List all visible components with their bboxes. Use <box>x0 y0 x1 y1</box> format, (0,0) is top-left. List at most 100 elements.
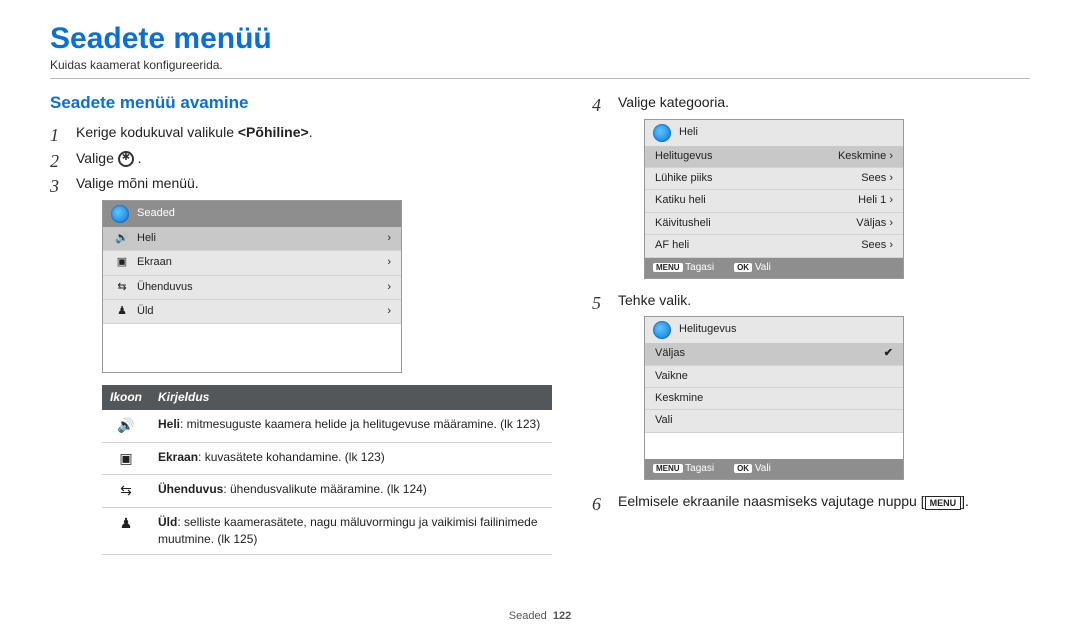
step-2-text-b: . <box>138 150 142 166</box>
mock-header: Seaded <box>103 201 401 227</box>
mock-header-label: Helitugevus <box>679 322 736 337</box>
connectivity-icon: ⇆ <box>113 280 131 295</box>
category-menu-mock: Heli Helitugevus Keskmine › Lühike piiks… <box>644 119 904 279</box>
table-row: ▣ Ekraan: kuvasätete kohandamine. (lk 12… <box>102 442 552 475</box>
vol-row-label: Vali <box>655 413 893 428</box>
footer-ok-label: Vali <box>755 262 771 273</box>
volume-select-mock: Helitugevus Väljas ✔ Vaikne Keskmin <box>644 316 904 480</box>
check-icon: ✔ <box>884 346 893 361</box>
step-3-text: Valige mõni menüü. <box>76 175 199 191</box>
settings-menu-mock: Seaded 🔊 Heli › ▣ Ekraan › <box>102 200 402 374</box>
page-footer: Seaded 122 <box>0 610 1080 622</box>
mock-header: Heli <box>645 120 903 146</box>
step-number: 6 <box>592 492 601 517</box>
section-heading-left: Seadete menüü avamine <box>50 93 552 113</box>
cat-row-value: Heli 1 › <box>858 193 893 208</box>
vol-row-vali[interactable]: Vali <box>645 410 903 432</box>
step-2: 2 Valige . <box>50 149 552 169</box>
step-1-text-c: . <box>309 124 313 140</box>
screen-icon: ▣ <box>113 255 131 270</box>
mock-blank-area <box>645 433 903 459</box>
dial-icon <box>653 321 671 339</box>
cat-row-af-heli[interactable]: AF heli Sees › <box>645 235 903 257</box>
row-desc: : mitmesuguste kaamera helide ja helitug… <box>180 417 540 431</box>
step-6: 6 Eelmisele ekraanile naasmiseks vajutag… <box>592 492 1030 512</box>
step-number: 1 <box>50 123 59 148</box>
step-number: 2 <box>50 149 59 174</box>
cat-row-label: Lühike piiks <box>655 171 861 186</box>
footer-section-label: Seaded <box>509 610 547 622</box>
mock-footer: MENU Tagasi OK Vali <box>645 258 903 278</box>
th-icon: Ikoon <box>102 385 150 410</box>
cat-row-label: Käivitusheli <box>655 216 856 231</box>
cat-row-label: AF heli <box>655 238 861 253</box>
step-5: 5 Tehke valik. Helitugevus Väljas ✔ <box>592 291 1030 480</box>
th-desc: Kirjeldus <box>150 385 552 410</box>
row-desc: : selliste kaamerasätete, nagu mäluvormi… <box>158 515 538 546</box>
general-icon: ♟ <box>113 304 131 319</box>
cat-row-value: Väljas › <box>856 216 893 231</box>
step-4: 4 Valige kategooria. Heli Helitugevus Ke… <box>592 93 1030 279</box>
footer-back-label: Tagasi <box>685 463 714 474</box>
chevron-right-icon: › <box>889 172 893 184</box>
table-row: ♟ Üld: selliste kaamerasätete, nagu mälu… <box>102 507 552 554</box>
mock-header-label: Heli <box>679 125 698 140</box>
row-term: Heli <box>158 417 180 431</box>
icon-description-table: Ikoon Kirjeldus 🔊 Heli: mitmesuguste kaa… <box>102 385 552 554</box>
general-icon: ♟ <box>102 507 150 554</box>
footer-ok-label: Vali <box>755 463 771 474</box>
mock-header: Helitugevus <box>645 317 903 343</box>
chevron-right-icon: › <box>387 255 391 270</box>
footer-back-label: Tagasi <box>685 262 714 273</box>
mock-row-uhenduvus[interactable]: ⇆ Ühenduvus › <box>103 276 401 300</box>
chevron-right-icon: › <box>889 217 893 229</box>
menu-chip: MENU <box>653 464 683 473</box>
mock-row-heli[interactable]: 🔊 Heli › <box>103 227 401 251</box>
vol-row-valjas[interactable]: Väljas ✔ <box>645 343 903 365</box>
row-term: Üld <box>158 515 177 529</box>
chevron-right-icon: › <box>889 194 893 206</box>
row-term: Ekraan <box>158 450 198 464</box>
menu-button-icon: MENU <box>925 496 962 511</box>
mock-row-label: Heli <box>137 231 387 246</box>
cat-row-value: Keskmine › <box>838 149 893 164</box>
screen-icon: ▣ <box>102 442 150 475</box>
mock-row-uld[interactable]: ♟ Üld › <box>103 300 401 324</box>
vol-row-label: Keskmine <box>655 391 893 406</box>
table-row: ⇆ Ühenduvus: ühendusvalikute määramine. … <box>102 475 552 508</box>
menu-chip: MENU <box>653 263 683 272</box>
connectivity-icon: ⇆ <box>102 475 150 508</box>
mock-row-ekraan[interactable]: ▣ Ekraan › <box>103 251 401 275</box>
mock-header-label: Seaded <box>137 206 175 221</box>
cat-row-label: Katiku heli <box>655 193 858 208</box>
mock-row-label: Ekraan <box>137 255 387 270</box>
cat-row-kaivitusheli[interactable]: Käivitusheli Väljas › <box>645 213 903 235</box>
chevron-right-icon: › <box>889 150 893 162</box>
chevron-right-icon: › <box>387 304 391 319</box>
step-1: 1 Kerige kodukuval valikule <Põhiline>. <box>50 123 552 143</box>
ok-chip: OK <box>734 464 752 473</box>
cat-row-katiku-heli[interactable]: Katiku heli Heli 1 › <box>645 190 903 212</box>
footer-page-number: 122 <box>553 610 571 622</box>
step-number: 5 <box>592 291 601 316</box>
row-desc: : ühendusvalikute määramine. (lk 124) <box>223 482 426 496</box>
table-row: 🔊 Heli: mitmesuguste kaamera helide ja h… <box>102 410 552 442</box>
mock-blank-area <box>103 324 401 372</box>
vol-row-label: Väljas <box>655 346 884 361</box>
step-5-text: Tehke valik. <box>618 292 691 308</box>
chevron-right-icon: › <box>387 280 391 295</box>
row-desc: : kuvasätete kohandamine. (lk 123) <box>198 450 385 464</box>
row-term: Ühenduvus <box>158 482 223 496</box>
cat-row-value: Sees › <box>861 171 893 186</box>
page-title: Seadete menüü <box>50 22 1030 56</box>
cat-row-label: Helitugevus <box>655 149 838 164</box>
vol-row-keskmine[interactable]: Keskmine <box>645 388 903 410</box>
step-1-bold: <Põhiline> <box>238 124 309 140</box>
step-4-text: Valige kategooria. <box>618 94 729 110</box>
vol-row-vaikne[interactable]: Vaikne <box>645 366 903 388</box>
step-6-text-a: Eelmisele ekraanile naasmiseks vajutage … <box>618 493 925 509</box>
cat-row-luhike-piiks[interactable]: Lühike piiks Sees › <box>645 168 903 190</box>
speaker-icon: 🔊 <box>102 410 150 442</box>
mock-footer: MENU Tagasi OK Vali <box>645 459 903 479</box>
cat-row-helitugevus[interactable]: Helitugevus Keskmine › <box>645 146 903 168</box>
